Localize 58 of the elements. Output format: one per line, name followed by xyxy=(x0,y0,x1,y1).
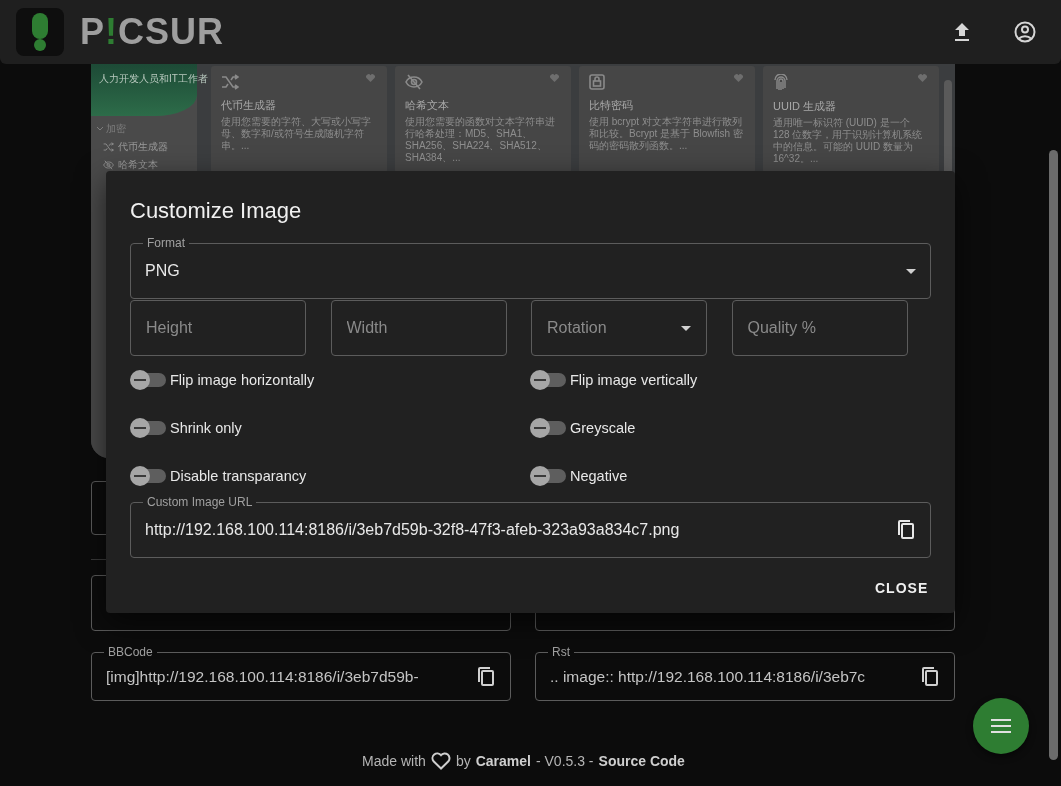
version-text: - V0.5.3 - xyxy=(535,753,594,769)
card-title: UUID 生成器 xyxy=(773,99,837,114)
shuffle-icon xyxy=(103,142,114,152)
account-icon xyxy=(1014,21,1036,43)
input-field[interactable]: Width xyxy=(330,300,507,356)
dialog-title: Customize Image xyxy=(130,197,303,225)
source-code-link[interactable]: Source Code xyxy=(598,753,685,769)
caret-icon xyxy=(681,326,691,331)
rotation-select[interactable]: Rotation xyxy=(531,300,707,356)
minus-icon xyxy=(134,379,146,381)
toggle-label: Greyscale xyxy=(570,420,636,436)
shuffle-icon xyxy=(221,74,239,90)
copy-icon[interactable] xyxy=(920,665,940,688)
toggle-switch[interactable] xyxy=(530,370,566,390)
minus-icon xyxy=(534,379,546,381)
format-select[interactable]: Format PNG xyxy=(130,236,931,299)
heart-icon xyxy=(430,752,451,770)
card-title: 比特密码 xyxy=(589,98,634,113)
minus-icon xyxy=(534,427,546,429)
minus-icon xyxy=(534,475,546,477)
toggle-label: Flip image horizontally xyxy=(170,372,315,388)
banner-text: 人力开发人员和IT工作者 xyxy=(99,73,208,84)
toggle-label: Flip image vertically xyxy=(570,372,698,388)
toggle-switch[interactable] xyxy=(530,466,566,486)
toggle-label: Disable transparancy xyxy=(170,468,307,484)
author-link[interactable]: Caramel xyxy=(475,753,531,769)
menu-button[interactable] xyxy=(973,698,1029,754)
toggle-switch[interactable] xyxy=(130,418,166,438)
toggle-switch[interactable] xyxy=(530,418,566,438)
close-button[interactable]: CLOSE xyxy=(871,570,931,606)
fingerprint-icon xyxy=(773,74,789,91)
upload-icon xyxy=(953,22,971,42)
code-field[interactable]: BBCode [img]http://192.168.100.114:8186/i/3eb7d59b- xyxy=(91,645,511,701)
toggle-label: Shrink only xyxy=(170,420,242,436)
caret-icon xyxy=(906,268,916,274)
input-field[interactable]: Height xyxy=(130,300,306,356)
toggle-label: Negative xyxy=(570,468,628,484)
eye-off-icon xyxy=(103,160,114,170)
minus-icon xyxy=(134,427,146,429)
input-field[interactable]: Quality % xyxy=(731,300,908,356)
lock-icon xyxy=(589,74,605,90)
footer-text: by xyxy=(455,753,471,769)
logo-text: P!CSUR xyxy=(80,11,225,53)
card-title: 代币生成器 xyxy=(221,98,277,113)
logo-icon xyxy=(16,8,64,56)
eye-off-icon xyxy=(405,74,423,90)
copy-icon[interactable] xyxy=(476,665,496,688)
minus-icon xyxy=(134,475,146,477)
toggle-switch[interactable] xyxy=(130,370,166,390)
scrollbar[interactable] xyxy=(1049,150,1058,760)
footer-text: Made with xyxy=(362,753,426,769)
copy-icon[interactable] xyxy=(896,519,916,541)
menu-icon xyxy=(991,719,1011,733)
chevron-icon xyxy=(97,127,103,131)
url-field[interactable]: Custom Image URL http://192.168.100.114:8186/i/3eb7d59b-32f8-47f3-afeb-323a93a834c7.png xyxy=(130,495,931,558)
toggle-switch[interactable] xyxy=(130,466,166,486)
code-field[interactable]: Rst .. image:: http://192.168.100.114:8186/i/3eb7c xyxy=(535,645,955,701)
card-title: 哈希文本 xyxy=(405,98,450,113)
